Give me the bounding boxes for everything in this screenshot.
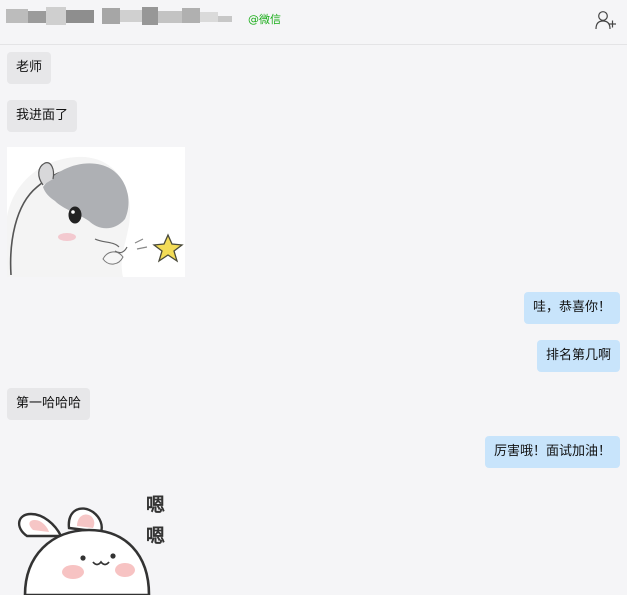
message-bubble-outgoing[interactable]: 哇，恭喜你！ — [523, 292, 620, 324]
message-bubble-outgoing[interactable]: 厉害哦！面试加油！ — [484, 436, 620, 468]
bunny-sticker[interactable]: 嗯 嗯 — [7, 484, 185, 595]
hamster-sticker[interactable] — [7, 147, 185, 277]
wechat-source-tag: @微信 — [248, 13, 281, 26]
chat-header: @微信 — [0, 0, 627, 45]
message-bubble-outgoing[interactable]: 排名第几啊 — [536, 340, 620, 372]
message-bubble-incoming[interactable]: 我进面了 — [7, 100, 78, 132]
message-bubble-incoming[interactable]: 第一哈哈哈 — [7, 388, 91, 420]
message-bubble-incoming[interactable]: 老师 — [7, 52, 52, 84]
add-contact-icon[interactable] — [595, 10, 617, 30]
blurred-contact-name — [6, 7, 232, 25]
sticker-text: 嗯 — [146, 494, 165, 516]
sticker-text: 嗯 — [146, 525, 165, 547]
